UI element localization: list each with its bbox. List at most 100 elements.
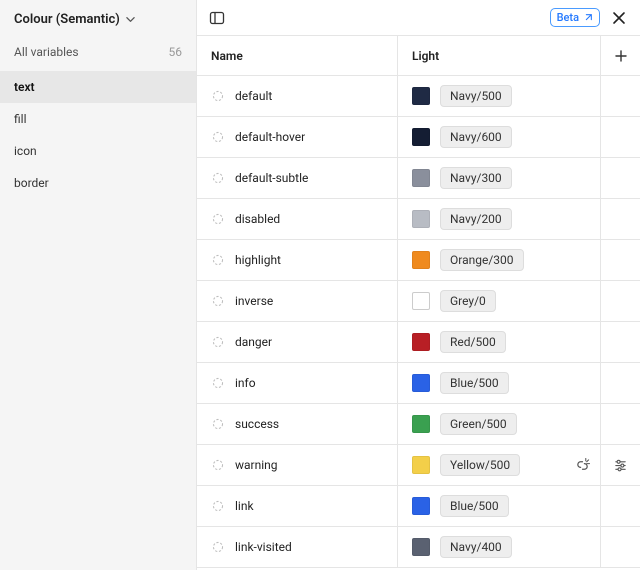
alias-chip[interactable]: Navy/500 [440, 85, 512, 107]
row-actions-cell[interactable] [600, 445, 640, 485]
alias-chip[interactable]: Grey/0 [440, 290, 496, 312]
value-cell-actions [575, 458, 590, 473]
row-actions-cell [600, 486, 640, 526]
alias-chip[interactable]: Navy/400 [440, 536, 512, 558]
table-row[interactable]: success Green/500 [197, 404, 640, 445]
chevron-down-icon [126, 15, 135, 24]
column-header-light[interactable]: Light [397, 36, 600, 75]
table-row[interactable]: inverse Grey/0 [197, 281, 640, 322]
variable-value-cell[interactable]: Blue/500 [397, 363, 600, 403]
alias-chip[interactable]: Red/500 [440, 331, 506, 353]
row-actions-cell [600, 527, 640, 567]
variable-name-cell[interactable]: danger [197, 322, 397, 362]
toggle-sidebar-button[interactable] [209, 10, 225, 26]
variable-value-cell[interactable]: Orange/300 [397, 240, 600, 280]
alias-chip[interactable]: Yellow/500 [440, 454, 520, 476]
external-link-icon [583, 13, 593, 23]
color-swatch[interactable] [412, 169, 430, 187]
alias-chip[interactable]: Blue/500 [440, 495, 509, 517]
variable-name-cell[interactable]: success [197, 404, 397, 444]
row-actions-cell [600, 199, 640, 239]
variable-value-cell[interactable]: Navy/500 [397, 76, 600, 116]
table-row[interactable]: warning Yellow/500 [197, 445, 640, 486]
table-row[interactable]: danger Red/500 [197, 322, 640, 363]
color-swatch[interactable] [412, 497, 430, 515]
table-row[interactable]: default Navy/500 [197, 76, 640, 117]
beta-badge[interactable]: Beta [550, 8, 600, 27]
alias-chip[interactable]: Green/500 [440, 413, 517, 435]
table-row[interactable]: link Blue/500 [197, 486, 640, 527]
color-variable-icon [211, 540, 225, 554]
add-mode-button[interactable] [600, 36, 640, 75]
close-button[interactable] [610, 9, 628, 27]
sidebar-group-label: icon [14, 144, 37, 158]
row-actions-cell [600, 363, 640, 403]
all-variables-row[interactable]: All variables 56 [0, 37, 196, 67]
variable-name: disabled [235, 212, 280, 226]
variable-name-cell[interactable]: warning [197, 445, 397, 485]
sidebar-group-fill[interactable]: fill [0, 103, 196, 135]
row-actions-cell [600, 76, 640, 116]
color-variable-icon [211, 294, 225, 308]
color-swatch[interactable] [412, 292, 430, 310]
variable-name: danger [235, 335, 272, 349]
color-variable-icon [211, 458, 225, 472]
color-swatch[interactable] [412, 456, 430, 474]
color-variable-icon [211, 212, 225, 226]
row-actions-cell [600, 158, 640, 198]
table-row[interactable]: link-visited Navy/400 [197, 527, 640, 568]
variable-value-cell[interactable]: Green/500 [397, 404, 600, 444]
sidebar-panel-icon [209, 10, 225, 26]
variable-name-cell[interactable]: disabled [197, 199, 397, 239]
sidebar-group-text[interactable]: text [0, 71, 196, 103]
color-swatch[interactable] [412, 128, 430, 146]
sidebar-group-label: fill [14, 112, 27, 126]
variable-value-cell[interactable]: Red/500 [397, 322, 600, 362]
variable-value-cell[interactable]: Navy/200 [397, 199, 600, 239]
table-row[interactable]: default-hover Navy/600 [197, 117, 640, 158]
alias-chip[interactable]: Navy/600 [440, 126, 512, 148]
variable-name-cell[interactable]: highlight [197, 240, 397, 280]
variable-name-cell[interactable]: default-subtle [197, 158, 397, 198]
variable-name: link-visited [235, 540, 292, 554]
alias-chip[interactable]: Blue/500 [440, 372, 509, 394]
color-swatch[interactable] [412, 251, 430, 269]
variable-value-cell[interactable]: Navy/300 [397, 158, 600, 198]
color-variable-icon [211, 417, 225, 431]
color-variable-icon [211, 253, 225, 267]
variable-name: default [235, 89, 272, 103]
variable-value-cell[interactable]: Navy/600 [397, 117, 600, 157]
table-row[interactable]: default-subtle Navy/300 [197, 158, 640, 199]
variable-value-cell[interactable]: Grey/0 [397, 281, 600, 321]
adjust-icon[interactable] [613, 458, 628, 473]
color-swatch[interactable] [412, 415, 430, 433]
detach-alias-icon[interactable] [575, 458, 590, 473]
table-row[interactable]: disabled Navy/200 [197, 199, 640, 240]
color-swatch[interactable] [412, 538, 430, 556]
variable-name-cell[interactable]: link [197, 486, 397, 526]
variable-value-cell[interactable]: Blue/500 [397, 486, 600, 526]
variable-value-cell[interactable]: Navy/400 [397, 527, 600, 567]
alias-chip[interactable]: Navy/200 [440, 208, 512, 230]
alias-chip[interactable]: Orange/300 [440, 249, 524, 271]
collection-dropdown[interactable]: Colour (Semantic) [0, 0, 196, 37]
color-swatch[interactable] [412, 374, 430, 392]
color-swatch[interactable] [412, 210, 430, 228]
column-header-name[interactable]: Name [197, 36, 397, 75]
table-header: Name Light [197, 36, 640, 76]
alias-chip[interactable]: Navy/300 [440, 167, 512, 189]
table-row[interactable]: highlight Orange/300 [197, 240, 640, 281]
variable-value-cell[interactable]: Yellow/500 [397, 445, 600, 485]
color-variable-icon [211, 335, 225, 349]
sidebar-group-border[interactable]: border [0, 167, 196, 199]
plus-icon [615, 50, 627, 62]
color-swatch[interactable] [412, 87, 430, 105]
variable-name-cell[interactable]: default [197, 76, 397, 116]
variable-name-cell[interactable]: link-visited [197, 527, 397, 567]
sidebar-group-icon[interactable]: icon [0, 135, 196, 167]
table-row[interactable]: info Blue/500 [197, 363, 640, 404]
variable-name-cell[interactable]: default-hover [197, 117, 397, 157]
color-swatch[interactable] [412, 333, 430, 351]
variable-name-cell[interactable]: inverse [197, 281, 397, 321]
variable-name-cell[interactable]: info [197, 363, 397, 403]
